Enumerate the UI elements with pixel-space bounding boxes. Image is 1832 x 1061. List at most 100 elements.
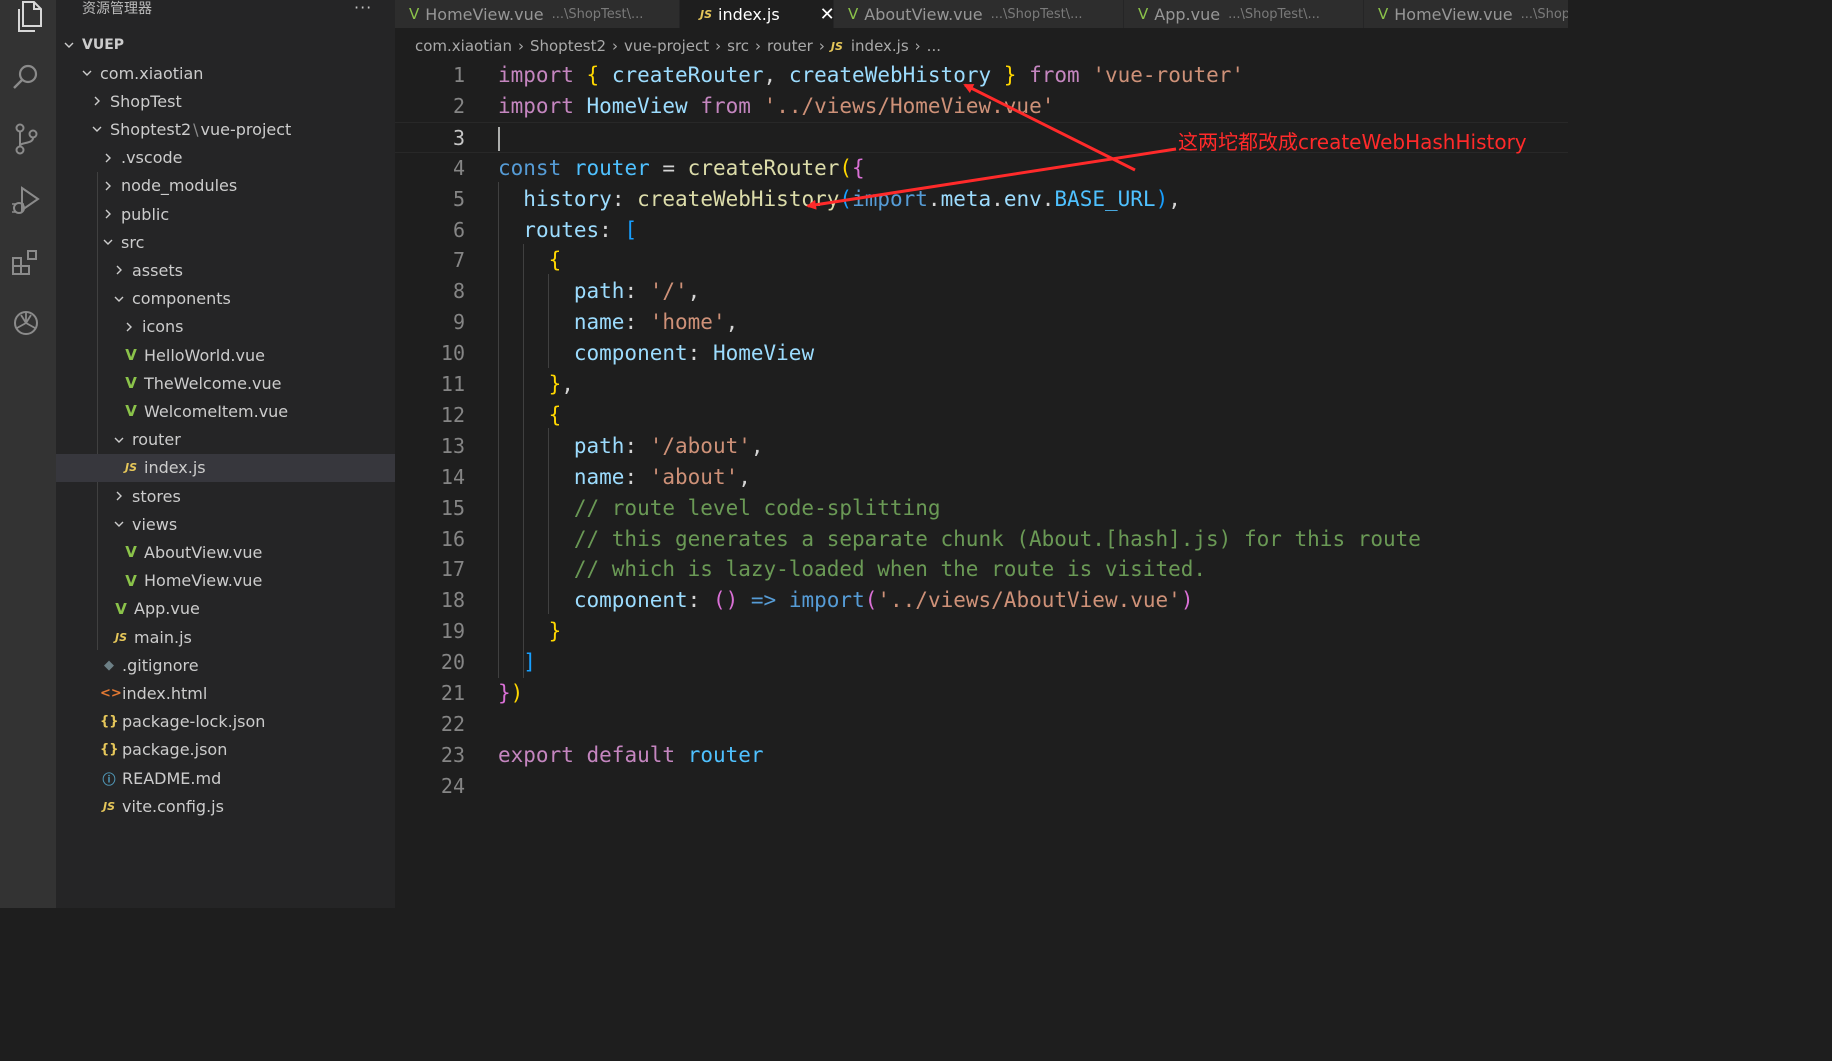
explorer-title: 资源管理器 [82, 1, 152, 17]
line-number: 18 [440, 588, 465, 613]
info-file-icon: ⓘ [102, 772, 116, 788]
code-token: { [548, 248, 562, 273]
code-token: [ [624, 217, 638, 242]
code-line: 15 // route level code-splitting [395, 493, 1568, 524]
code-token: component [573, 588, 688, 613]
vue-file-icon: V [125, 374, 137, 393]
code-text: // route level code-splitting [498, 493, 941, 524]
code-token: name [573, 310, 625, 335]
source-control-icon[interactable] [0, 116, 52, 162]
line-number: 11 [440, 372, 465, 396]
tree-item[interactable]: com.xiaotian [56, 59, 419, 87]
code-token: { [586, 63, 600, 87]
js-file-icon: JS [700, 7, 713, 21]
code-token: 'vue-router' [1092, 63, 1245, 87]
code-text: history: createWebHistory(import.meta.en… [498, 184, 1181, 215]
annotation-text: 这两坨都改成createWebHashHistory [1178, 130, 1527, 154]
extensions-icon[interactable] [0, 240, 52, 286]
code-line: 18 component: () => import('../views/Abo… [395, 585, 1568, 616]
workspace-root[interactable]: VUEP [56, 31, 401, 59]
tree-item[interactable]: src [56, 228, 440, 256]
breadcrumb-item[interactable]: router [767, 37, 813, 55]
more-actions-button[interactable]: ··· [354, 0, 372, 17]
tree-item[interactable]: {} package-lock.json [56, 708, 439, 736]
code-text: const router = createRouter({ [498, 153, 865, 184]
code-token: : [687, 341, 713, 366]
tree-item[interactable]: .vscode [56, 144, 440, 172]
tree-item[interactable]: JS main.js [56, 623, 451, 651]
tree-item[interactable]: node_modules [56, 172, 440, 200]
breadcrumb-item[interactable]: vue-project [624, 37, 709, 55]
tree-item[interactable]: {} package.json [56, 736, 439, 764]
code-text: export default router [498, 740, 764, 771]
code-text: }, [498, 369, 574, 400]
tree-item[interactable]: assets [56, 256, 451, 284]
line-number: 3 [452, 125, 465, 150]
code-text: } [498, 616, 562, 647]
search-icon[interactable] [0, 54, 52, 100]
code-token: '../views/HomeView.vue' [763, 93, 1055, 118]
tree-item-label: src [121, 232, 145, 252]
tree-item[interactable]: public [56, 200, 440, 228]
breadcrumb-more[interactable]: ... [927, 37, 941, 55]
line-number: 12 [440, 402, 465, 427]
tree-item[interactable]: ShopTest [56, 87, 429, 115]
run-debug-icon[interactable] [0, 178, 52, 224]
explorer-sidebar: 资源管理器 ··· VUEP com.xiaotian ShopTest Shopt… [56, 0, 461, 908]
tab-aboutview[interactable]: V AboutView.vue ...\ShopTest\... [834, 0, 1124, 28]
chatgpt-icon[interactable] [0, 300, 52, 346]
code-token: path [573, 279, 625, 304]
chevron-right-icon [90, 94, 104, 108]
line-number: 17 [440, 557, 465, 582]
tab-homeview-2[interactable]: V HomeView.vue ...\Shop [1364, 0, 1568, 28]
code-token: import [498, 63, 574, 87]
code-editor[interactable]: 1 import { createRouter, createWebHistory… [395, 58, 1568, 908]
code-line: 6 routes: [ [395, 215, 1568, 246]
tree-item[interactable]: <> index.html [56, 679, 439, 707]
js-file-icon: JS [102, 799, 115, 813]
tab-homeview-1[interactable]: V HomeView.vue ...\ShopTest\... [395, 0, 680, 28]
code-line: 1 import { createRouter, createWebHistory… [395, 60, 1568, 91]
code-token: } [1003, 63, 1017, 87]
breadcrumb-item[interactable]: com.xiaotian [415, 37, 512, 55]
code-text: { [498, 400, 562, 431]
tree-item[interactable]: views [56, 510, 451, 538]
tab-path: ...\ShopTest\... [990, 6, 1083, 22]
line-number: 23 [440, 742, 465, 767]
tree-item[interactable]: V App.vue [56, 595, 451, 623]
git-file-icon: ◆ [104, 657, 114, 673]
code-text: component: () => import('../views/AboutV… [498, 585, 1194, 616]
code-text: name: 'about', [498, 462, 751, 493]
tree-item[interactable]: stores [56, 482, 451, 510]
breadcrumb-item[interactable]: src [727, 37, 749, 55]
breadcrumb-file[interactable]: index.js [851, 37, 909, 55]
tree-item[interactable]: ◆ .gitignore [56, 651, 439, 679]
line-number: 9 [452, 310, 465, 335]
vue-file-icon: V [125, 346, 137, 364]
tab-label: App.vue [1154, 4, 1221, 24]
tree-item-label: router [132, 430, 181, 450]
tab-app-vue[interactable]: V App.vue ...\ShopTest\... [1124, 0, 1364, 28]
tree-item[interactable]: components [56, 285, 451, 313]
code-text: ] [498, 647, 536, 678]
breadcrumb-item[interactable]: Shoptest2 [530, 37, 606, 55]
line-number: 7 [452, 248, 465, 273]
chevron-right-icon: › [755, 37, 762, 55]
close-icon[interactable]: ✕ [820, 4, 835, 25]
tree-item[interactable]: router [56, 426, 451, 454]
tree-item-label: README.md [122, 768, 222, 788]
tree-item-label: HelloWorld.vue [144, 345, 265, 365]
code-token: '/' [649, 279, 688, 304]
tab-index-js[interactable]: JS index.js ✕ [680, 0, 835, 28]
tree-item[interactable]: Shoptest2 \ vue-project [56, 115, 429, 143]
tree-item[interactable]: JS vite.config.js [56, 792, 439, 820]
explorer-icon[interactable] [0, 0, 55, 40]
tree-item[interactable]: ⓘ README.md [56, 764, 439, 792]
vue-file-icon: V [125, 571, 137, 590]
tree-item-label: AboutView.vue [144, 542, 263, 562]
